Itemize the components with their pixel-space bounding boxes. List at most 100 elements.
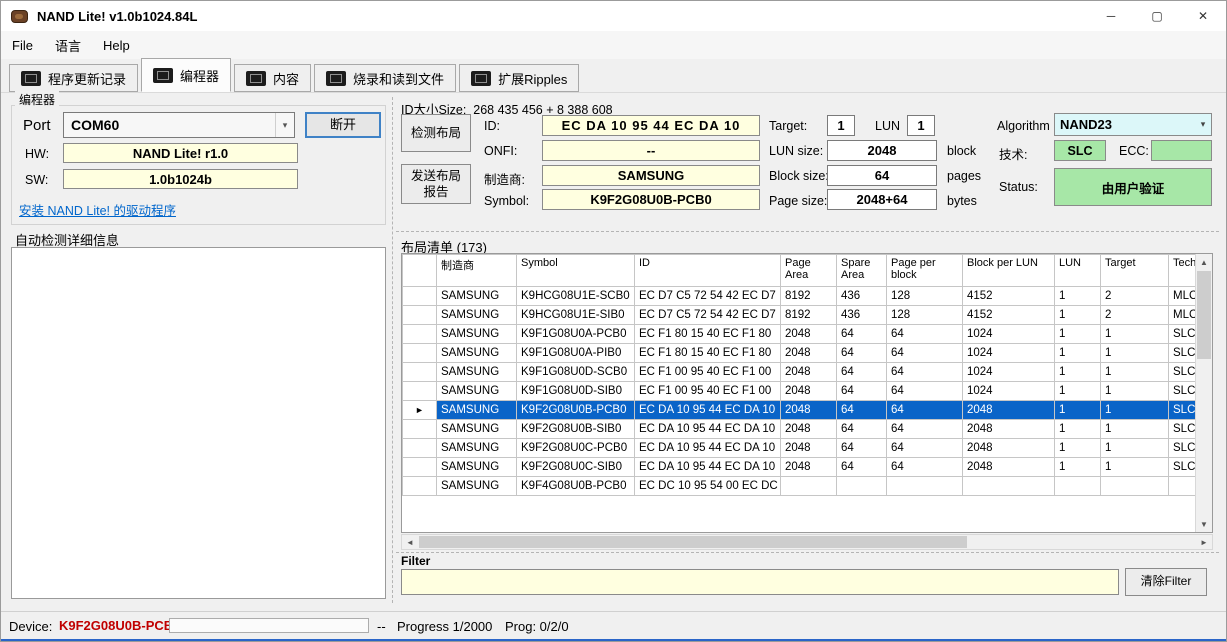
table-cell: 64: [836, 419, 887, 439]
prog-counter-text: Prog: 0/2/0: [505, 619, 569, 634]
scroll-up-icon[interactable]: ▲: [1196, 254, 1212, 270]
table-row[interactable]: SAMSUNG K9F1G08U0A-PCB0 EC F1 80 15 40 EC …: [402, 324, 1212, 344]
target-field[interactable]: 1: [827, 115, 855, 136]
scroll-left-icon[interactable]: ◄: [402, 535, 418, 549]
onfi-label: ONFI:: [484, 144, 518, 158]
table-cell: 1: [1100, 400, 1169, 420]
vertical-scrollbar[interactable]: ▲ ▼: [1195, 254, 1212, 532]
table-cell: 64: [886, 438, 963, 458]
panel-divider: [392, 97, 393, 603]
disconnect-button[interactable]: 断开: [305, 112, 381, 138]
table-row[interactable]: SAMSUNG K9F2G08U0C-PCB0 EC DA 10 95 44 EC …: [402, 438, 1212, 458]
tab-programmer[interactable]: 编程器: [141, 58, 232, 92]
send-layout-report-button[interactable]: 发送布局报告: [401, 164, 471, 204]
table-row[interactable]: SAMSUNG K9F2G08U0C-SIB0 EC DA 10 95 44 EC …: [402, 457, 1212, 477]
menu-help[interactable]: Help: [92, 33, 141, 58]
sw-label: SW:: [25, 173, 49, 187]
tab-label: 烧录和读到文件: [353, 71, 445, 87]
table-cell: K9F2G08U0C-SIB0: [516, 457, 635, 477]
column-header[interactable]: Page Area: [780, 254, 837, 287]
onfi-field[interactable]: --: [542, 140, 760, 161]
table-cell: 1: [1054, 343, 1101, 363]
column-header[interactable]: Page per block: [886, 254, 963, 287]
vertical-scroll-thumb[interactable]: [1197, 271, 1211, 359]
manufacturer-label: 制造商:: [484, 173, 525, 187]
row-selector-cell: [402, 457, 437, 477]
table-cell: K9F2G08U0B-SIB0: [516, 419, 635, 439]
scroll-down-icon[interactable]: ▼: [1196, 516, 1212, 532]
table-cell: EC DA 10 95 44 EC DA 10: [634, 400, 781, 420]
tab-bar: 程序更新记录 编程器 内容 烧录和读到文件 扩展Ripples: [1, 58, 1226, 93]
table-cell: 1024: [962, 362, 1055, 382]
table-row[interactable]: SAMSUNG K9F1G08U0A-PIB0 EC F1 80 15 40 EC …: [402, 343, 1212, 363]
ecc-label: ECC:: [1119, 144, 1149, 158]
horizontal-scroll-thumb[interactable]: [419, 536, 967, 548]
table-cell: SAMSUNG: [436, 419, 517, 439]
menu-language[interactable]: 语言: [44, 31, 92, 60]
layout-table: 制造商 Symbol ID Page Area Spare Area Page per b…: [402, 254, 1212, 496]
algorithm-select[interactable]: NAND23 ▾: [1054, 113, 1212, 136]
port-select[interactable]: COM60 ▾: [63, 112, 295, 138]
page-size-field: 2048+64: [827, 189, 937, 210]
filter-input[interactable]: [401, 569, 1119, 595]
column-header[interactable]: Block per LUN: [962, 254, 1055, 287]
table-row[interactable]: SAMSUNG K9F1G08U0D-SCB0 EC F1 00 95 40 EC …: [402, 362, 1212, 382]
table-cell: 1: [1054, 400, 1101, 420]
column-header[interactable]: Symbol: [516, 254, 635, 287]
table-row[interactable]: SAMSUNG K9F2G08U0B-SIB0 EC DA 10 95 44 EC …: [402, 419, 1212, 439]
table-row[interactable]: SAMSUNG K9HCG08U1E-SIB0 EC D7 C5 72 54 42 …: [402, 305, 1212, 325]
tab-update-log[interactable]: 程序更新记录: [9, 64, 139, 92]
tab-label: 编程器: [180, 68, 220, 84]
table-cell: 1: [1100, 362, 1169, 382]
table-cell: 2048: [780, 438, 837, 458]
tab-content[interactable]: 内容: [234, 64, 312, 92]
scroll-right-icon[interactable]: ►: [1196, 535, 1212, 549]
table-row[interactable]: SAMSUNG K9HCG08U1E-SCB0 EC D7 C5 72 54 42 …: [402, 286, 1212, 306]
section-divider: [396, 231, 1219, 232]
table-cell: K9F1G08U0A-PIB0: [516, 343, 635, 363]
table-cell: 1024: [962, 381, 1055, 401]
horizontal-scrollbar[interactable]: ◄ ►: [401, 534, 1213, 550]
table-cell: 1: [1100, 324, 1169, 344]
column-header[interactable]: Spare Area: [836, 254, 887, 287]
table-cell: EC D7 C5 72 54 42 EC D7: [634, 286, 781, 306]
lun-size-field: 2048: [827, 140, 937, 161]
minimize-icon[interactable]: ─: [1088, 1, 1134, 31]
table-cell: EC F1 00 95 40 EC F1 00: [634, 362, 781, 382]
lun-field[interactable]: 1: [907, 115, 935, 136]
table-cell: [886, 476, 963, 496]
table-cell: EC F1 80 15 40 EC F1 80: [634, 324, 781, 344]
table-cell: 4152: [962, 286, 1055, 306]
row-selector-cell: [402, 381, 437, 401]
tab-burn-read-file[interactable]: 烧录和读到文件: [314, 64, 457, 92]
table-cell: 2048: [780, 324, 837, 344]
table-cell: 64: [836, 381, 887, 401]
close-icon[interactable]: ✕: [1180, 1, 1226, 31]
tech-field: SLC: [1054, 140, 1106, 161]
symbol-field[interactable]: K9F2G08U0B-PCB0: [542, 189, 760, 210]
detect-layout-button[interactable]: 检测布局: [401, 114, 471, 152]
table-cell: 2048: [780, 381, 837, 401]
table-row[interactable]: ► SAMSUNG K9F2G08U0B-PCB0 EC DA 10 95 44 EC…: [402, 400, 1212, 420]
block-size-field: 64: [827, 165, 937, 186]
tab-label: 程序更新记录: [48, 71, 127, 87]
column-header[interactable]: 制造商: [436, 254, 517, 287]
column-header[interactable]: ID: [634, 254, 781, 287]
manufacturer-field[interactable]: SAMSUNG: [542, 165, 760, 186]
table-row[interactable]: SAMSUNG K9F1G08U0D-SIB0 EC F1 00 95 40 EC …: [402, 381, 1212, 401]
status-dashes: --: [377, 619, 386, 634]
maximize-icon[interactable]: ▢: [1134, 1, 1180, 31]
install-driver-link[interactable]: 安装 NAND Lite! 的驱动程序: [19, 200, 176, 219]
table-cell: 64: [886, 400, 963, 420]
clear-filter-button[interactable]: 清除Filter: [1125, 568, 1207, 596]
menu-file[interactable]: File: [1, 33, 44, 58]
tab-ripples[interactable]: 扩展Ripples: [459, 64, 580, 92]
table-cell: 1: [1100, 419, 1169, 439]
column-header[interactable]: Target: [1100, 254, 1169, 287]
table-cell: K9F4G08U0B-PCB0: [516, 476, 635, 496]
table-row[interactable]: SAMSUNG K9F4G08U0B-PCB0 EC DC 10 95 54 00 …: [402, 476, 1212, 496]
table-cell: [780, 476, 837, 496]
table-cell: 8192: [780, 286, 837, 306]
id-field[interactable]: EC DA 10 95 44 EC DA 10: [542, 115, 760, 136]
column-header[interactable]: LUN: [1054, 254, 1101, 287]
